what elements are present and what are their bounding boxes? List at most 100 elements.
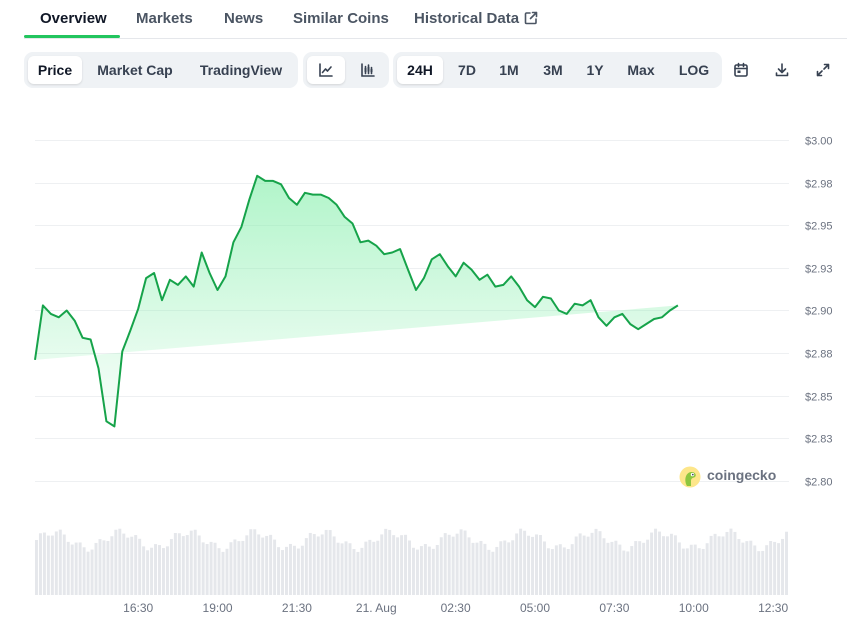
- volume-bars: [35, 528, 788, 595]
- volume-bar: [225, 548, 229, 595]
- volume-bar: [217, 548, 221, 595]
- volume-bar: [74, 542, 78, 595]
- volume-bar: [590, 532, 594, 595]
- volume-bar: [622, 550, 626, 595]
- brand-name: coingecko: [707, 467, 777, 483]
- volume-bar: [725, 531, 729, 595]
- y-tick-label: $2.90: [805, 306, 833, 318]
- volume-bar: [538, 534, 542, 595]
- volume-bar: [285, 546, 288, 595]
- volume-bar: [58, 529, 62, 595]
- y-axis: $3.00 $2.98 $2.95 $2.93 $2.90 $2.88 $2.85 $2.83…: [805, 136, 833, 489]
- volume-bar: [273, 539, 277, 595]
- volume-bar: [332, 536, 336, 595]
- volume-bar: [134, 535, 138, 595]
- volume-bar: [300, 545, 304, 595]
- volume-bar: [46, 535, 50, 595]
- volume-bar: [106, 541, 110, 595]
- volume-bar: [737, 539, 741, 595]
- volume-bar: [757, 551, 761, 595]
- x-tick-label: 02:30: [441, 601, 471, 615]
- volume-bar: [614, 540, 618, 595]
- volume-bar: [400, 535, 404, 595]
- volume-bar: [376, 540, 380, 595]
- volume-bar: [423, 543, 427, 595]
- volume-bar: [177, 533, 181, 595]
- volume-bar: [717, 536, 721, 595]
- volume-bar: [685, 548, 689, 595]
- volume-bar: [292, 545, 296, 595]
- volume-bar: [618, 544, 622, 595]
- volume-bar: [431, 548, 435, 595]
- volume-bar: [523, 530, 527, 595]
- volume-bar: [693, 544, 697, 595]
- volume-bar: [388, 529, 392, 595]
- volume-bar: [535, 534, 538, 595]
- volume-bar: [443, 533, 447, 595]
- volume-bar: [209, 541, 213, 595]
- volume-bar: [562, 547, 566, 595]
- volume-bar: [761, 550, 765, 595]
- volume-bar: [316, 536, 320, 595]
- volume-bar: [336, 542, 340, 595]
- x-tick-label: 16:30: [123, 601, 153, 615]
- volume-bar: [669, 533, 673, 595]
- volume-bar: [281, 550, 285, 595]
- volume-bar: [713, 533, 717, 595]
- x-tick-label: 21. Aug: [356, 601, 397, 615]
- volume-bar: [594, 528, 598, 595]
- volume-bar: [380, 534, 384, 595]
- volume-bar: [531, 536, 535, 595]
- volume-bar: [515, 533, 519, 595]
- volume-bar: [185, 535, 189, 595]
- volume-bar: [102, 540, 106, 595]
- volume-bar: [483, 543, 487, 595]
- volume-bar: [415, 549, 419, 595]
- volume-bar: [638, 541, 642, 595]
- x-tick-label: 05:00: [520, 601, 550, 615]
- volume-bar: [542, 541, 546, 595]
- volume-bar: [261, 537, 265, 595]
- volume-bar: [205, 544, 209, 595]
- volume-bar: [372, 541, 376, 595]
- volume-bar: [245, 535, 249, 595]
- volume-bar: [546, 548, 550, 595]
- volume-bar: [35, 540, 38, 595]
- volume-bar: [221, 551, 225, 595]
- volume-bar: [447, 534, 451, 595]
- volume-bar: [709, 535, 713, 595]
- x-tick-label: 07:30: [599, 601, 629, 615]
- volume-bar: [352, 549, 356, 595]
- volume-bar: [677, 542, 681, 595]
- x-tick-label: 21:30: [282, 601, 312, 615]
- volume-bar: [741, 542, 745, 595]
- volume-bar: [519, 528, 523, 595]
- volume-bar: [646, 539, 650, 595]
- volume-bar: [348, 543, 352, 595]
- volume-bar: [479, 540, 483, 595]
- y-tick-label: $2.80: [805, 477, 833, 489]
- volume-bar: [146, 550, 150, 595]
- volume-bar: [86, 551, 90, 595]
- volume-bar: [126, 537, 130, 595]
- price-area: [35, 175, 678, 427]
- volume-bar: [475, 542, 479, 595]
- volume-bar: [197, 535, 201, 595]
- y-tick-label: $2.88: [805, 349, 833, 361]
- volume-bar: [312, 534, 316, 595]
- volume-bar: [142, 546, 146, 595]
- price-chart[interactable]: $3.00 $2.98 $2.95 $2.93 $2.90 $2.88 $2.85 $2.83…: [0, 0, 847, 629]
- volume-bar: [62, 534, 66, 595]
- y-tick-label: $2.85: [805, 392, 833, 404]
- y-tick-label: $2.93: [805, 264, 833, 276]
- gecko-logo-icon: [679, 466, 701, 488]
- volume-bar: [586, 536, 590, 595]
- volume-bar: [368, 539, 372, 595]
- volume-bar: [602, 538, 606, 595]
- volume-bar: [439, 537, 443, 595]
- volume-bar: [578, 533, 582, 595]
- volume-bar: [181, 536, 185, 595]
- volume-bar: [392, 535, 396, 595]
- y-tick-label: $2.83: [805, 434, 833, 446]
- volume-bar: [344, 541, 348, 595]
